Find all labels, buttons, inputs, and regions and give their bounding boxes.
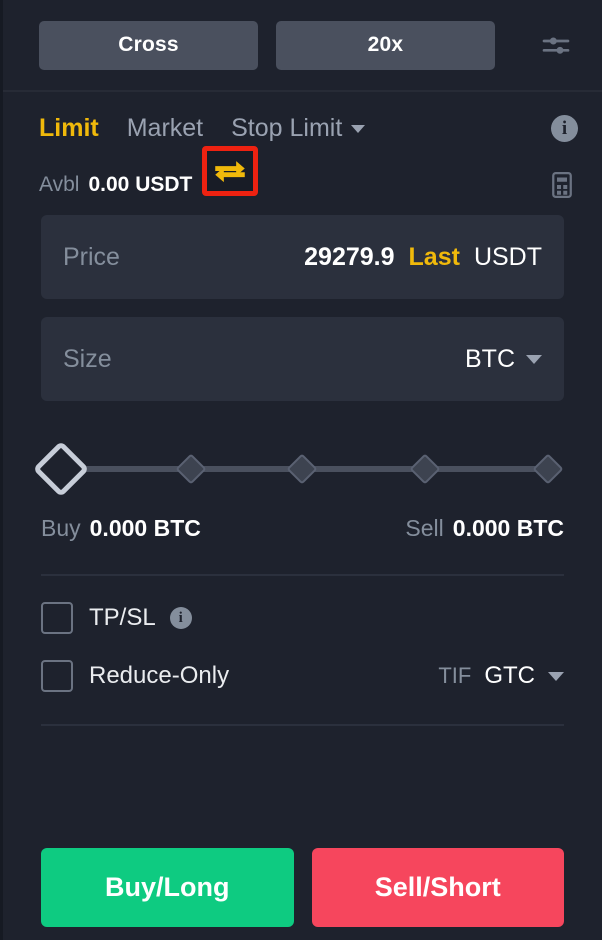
slider-tick-75[interactable] <box>409 453 441 485</box>
chevron-down-icon <box>526 354 542 364</box>
tab-limit[interactable]: Limit <box>39 114 99 143</box>
available-balance-value: 0.00 USDT <box>88 173 193 196</box>
tif-dropdown[interactable]: TIF GTC <box>438 662 564 690</box>
sell-estimate-value: 0.000 BTC <box>452 515 564 541</box>
order-type-tabs: Limit Market Stop Limit i <box>3 92 602 143</box>
margin-leverage-header: Cross 20x <box>3 0 602 92</box>
order-info-icon[interactable]: i <box>551 115 578 142</box>
order-input-fields: Price 29279.9 Last USDT Size BTC <box>3 201 602 419</box>
price-input-value: 29279.9 <box>304 242 395 271</box>
slider-tick-100[interactable] <box>532 453 564 485</box>
buy-estimate-label: Buy <box>41 515 81 541</box>
price-last-button[interactable]: Last <box>409 243 460 272</box>
slider-tick-50[interactable] <box>286 453 318 485</box>
tpsl-info-icon[interactable]: i <box>169 607 192 629</box>
tpsl-row: TP/SL i <box>3 576 602 634</box>
slider-handle[interactable] <box>32 440 90 498</box>
sell-estimate-label: Sell <box>405 515 444 541</box>
tab-stop-limit-label: Stop Limit <box>231 114 343 142</box>
reduce-only-row: Reduce-Only TIF GTC <box>3 634 602 692</box>
calculator-icon[interactable] <box>546 169 578 201</box>
order-estimate-row: Buy 0.000 BTC Sell 0.000 BTC <box>3 491 602 542</box>
divider-bottom <box>41 724 564 726</box>
price-input-right: 29279.9 Last USDT <box>304 243 542 272</box>
available-balance-row: Avbl 0.00 USDT <box>3 143 602 201</box>
tab-stop-limit[interactable]: Stop Limit <box>231 114 366 143</box>
price-input-placeholder: Price <box>63 242 120 271</box>
chevron-down-icon <box>548 671 564 681</box>
leverage-button[interactable]: 20x <box>276 20 495 70</box>
tif-value: GTC <box>484 662 535 689</box>
available-balance-label: Avbl <box>39 173 80 196</box>
swap-transfer-icon[interactable] <box>202 146 258 196</box>
buy-estimate: Buy 0.000 BTC <box>41 515 201 542</box>
size-input-placeholder: Size <box>63 344 112 373</box>
size-input-right: BTC <box>465 345 542 374</box>
slider-tick-25[interactable] <box>175 453 207 485</box>
tab-market[interactable]: Market <box>127 114 203 143</box>
size-unit-label: BTC <box>465 344 515 373</box>
reduce-only-checkbox[interactable] <box>41 660 73 692</box>
futures-order-panel: Cross 20x Limit Market Stop Limit i Avbl… <box>0 0 602 940</box>
tpsl-checkbox[interactable] <box>41 602 73 634</box>
size-input[interactable]: Size BTC <box>41 317 564 401</box>
sell-short-button[interactable]: Sell/Short <box>311 848 564 927</box>
chevron-down-icon <box>351 124 366 133</box>
tif-label: TIF <box>438 663 472 688</box>
buy-estimate-value: 0.000 BTC <box>89 515 201 541</box>
size-unit-dropdown[interactable]: BTC <box>465 345 542 374</box>
tpsl-label: TP/SL <box>89 604 156 631</box>
order-action-buttons: Buy/Long Sell/Short <box>3 848 602 927</box>
size-percent-slider[interactable] <box>32 440 564 498</box>
reduce-only-label: Reduce-Only <box>89 662 230 689</box>
margin-mode-button[interactable]: Cross <box>39 20 258 70</box>
price-input[interactable]: Price 29279.9 Last USDT <box>41 215 564 299</box>
sliders-icon[interactable] <box>534 23 578 67</box>
buy-long-button[interactable]: Buy/Long <box>41 848 294 927</box>
sell-estimate: Sell 0.000 BTC <box>405 515 564 542</box>
size-percent-slider-area <box>3 419 602 498</box>
price-unit-label: USDT <box>473 242 542 271</box>
